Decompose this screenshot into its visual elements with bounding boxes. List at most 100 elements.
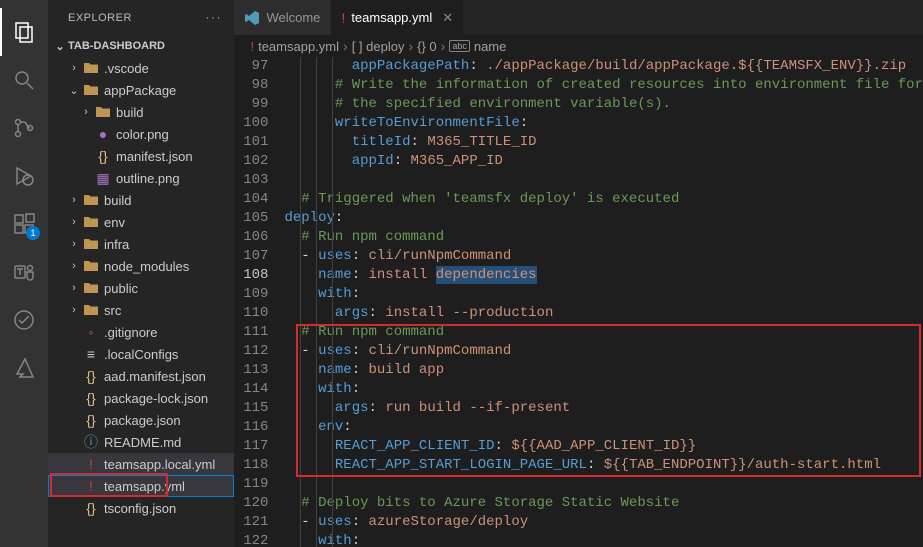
chevron-icon: › (66, 216, 82, 228)
code-line[interactable]: - uses: cli/runNpmCommand (284, 342, 923, 361)
tree-item-tsconfig-json[interactable]: ·{}tsconfig.json (48, 497, 234, 519)
code-line[interactable]: with: (284, 285, 923, 304)
chevron-icon: › (66, 260, 82, 272)
activity-explorer-icon[interactable] (0, 8, 48, 56)
code-line[interactable]: # the specified environment variable(s). (284, 95, 923, 114)
file-icon: ! (250, 39, 254, 54)
code-line[interactable]: writeToEnvironmentFile: (284, 114, 923, 133)
tab-label: teamsapp.yml (351, 10, 432, 25)
code-line[interactable]: appPackagePath: ./appPackage/build/appPa… (284, 57, 923, 76)
file-icon (82, 82, 100, 98)
code-line[interactable]: appId: M365_APP_ID (284, 152, 923, 171)
tree-item-teamsapp-yml[interactable]: ·!teamsapp.yml (48, 475, 234, 497)
code-line[interactable]: - uses: azureStorage/deploy (284, 513, 923, 532)
file-icon (82, 60, 100, 76)
line-number: 107 (234, 247, 268, 266)
abc-icon: abc (449, 40, 470, 52)
tree-item-build[interactable]: ›build (48, 189, 234, 211)
activity-run-debug-icon[interactable] (0, 152, 48, 200)
sidebar-more-icon[interactable]: ··· (205, 12, 222, 24)
code-line[interactable]: # Run npm command (284, 228, 923, 247)
code-line[interactable]: REACT_APP_START_LOGIN_PAGE_URL: ${{TAB_E… (284, 456, 923, 475)
chevron-icon: › (66, 238, 82, 250)
code-line[interactable]: - uses: cli/runNpmCommand (284, 247, 923, 266)
line-number: 108 (234, 266, 268, 285)
tree-item-teamsapp-local-yml[interactable]: ·!teamsapp.local.yml (48, 453, 234, 475)
code-line[interactable]: env: (284, 418, 923, 437)
code-line[interactable]: # Deploy bits to Azure Storage Static We… (284, 494, 923, 513)
activity-extensions-icon[interactable]: 1 (0, 200, 48, 248)
breadcrumb[interactable]: ! teamsapp.yml › [ ] deploy › {} 0 › abc… (234, 35, 923, 57)
code-line[interactable]: name: install dependencies (284, 266, 923, 285)
file-icon: {} (82, 368, 100, 384)
chevron-down-icon: ⌄ (52, 40, 68, 53)
tree-item-label: .localConfigs (104, 347, 178, 362)
tree-item-node_modules[interactable]: ›node_modules (48, 255, 234, 277)
line-number: 112 (234, 342, 268, 361)
line-number: 106 (234, 228, 268, 247)
file-icon: {} (82, 500, 100, 516)
tree-item--gitignore[interactable]: ·◦.gitignore (48, 321, 234, 343)
line-number: 115 (234, 399, 268, 418)
tree-item-build[interactable]: ›build (48, 101, 234, 123)
tree-item-aad-manifest-json[interactable]: ·{}aad.manifest.json (48, 365, 234, 387)
line-number: 105 (234, 209, 268, 228)
tree-item-label: teamsapp.yml (104, 479, 185, 494)
code-line[interactable]: args: run build --if-present (284, 399, 923, 418)
tree-item-label: aad.manifest.json (104, 369, 206, 384)
tree-item-label: .gitignore (104, 325, 157, 340)
code-line[interactable]: name: build app (284, 361, 923, 380)
bc-seg2: {} 0 (417, 39, 437, 54)
activity-search-icon[interactable] (0, 56, 48, 104)
activity-teams-icon[interactable] (0, 248, 48, 296)
activity-source-control-icon[interactable] (0, 104, 48, 152)
close-icon[interactable]: ✕ (442, 10, 453, 26)
tree-item-env[interactable]: ›env (48, 211, 234, 233)
tree-item-infra[interactable]: ›infra (48, 233, 234, 255)
activity-bar: 1 (0, 0, 48, 547)
line-number: 118 (234, 456, 268, 475)
file-tree: ›.vscode⌄appPackage›build·●color.png·{}m… (48, 57, 234, 547)
tree-item-color-png[interactable]: ·●color.png (48, 123, 234, 145)
line-number: 101 (234, 133, 268, 152)
file-icon: {} (82, 390, 100, 406)
extensions-badge: 1 (26, 226, 40, 240)
code-line[interactable]: # Write the information of created resou… (284, 76, 923, 95)
tree-item--vscode[interactable]: ›.vscode (48, 57, 234, 79)
code-line[interactable]: deploy: (284, 209, 923, 228)
activity-check-icon[interactable] (0, 296, 48, 344)
line-number: 116 (234, 418, 268, 437)
code-line[interactable]: with: (284, 380, 923, 399)
tab-Welcome[interactable]: Welcome (234, 0, 331, 35)
tree-item--localConfigs[interactable]: ·≡.localConfigs (48, 343, 234, 365)
file-icon: ◦ (82, 324, 100, 340)
tree-item-label: teamsapp.local.yml (104, 457, 215, 472)
code-line[interactable] (284, 171, 923, 190)
tree-item-manifest-json[interactable]: ·{}manifest.json (48, 145, 234, 167)
code-line[interactable]: titleId: M365_TITLE_ID (284, 133, 923, 152)
tree-item-package-lock-json[interactable]: ·{}package-lock.json (48, 387, 234, 409)
file-icon (82, 280, 100, 296)
file-icon: ! (82, 456, 100, 472)
tree-item-README-md[interactable]: ·ⓘREADME.md (48, 431, 234, 453)
file-icon (82, 302, 100, 318)
tab-teamsapp-yml[interactable]: !teamsapp.yml✕ (331, 0, 464, 35)
code-editor[interactable]: 9798991001011021031041051061071081091101… (234, 57, 923, 547)
tree-item-outline-png[interactable]: ·▦outline.png (48, 167, 234, 189)
code-line[interactable]: # Run npm command (284, 323, 923, 342)
line-gutter: 9798991001011021031041051061071081091101… (234, 57, 284, 547)
tree-item-src[interactable]: ›src (48, 299, 234, 321)
code-line[interactable]: args: install --production (284, 304, 923, 323)
tree-item-appPackage[interactable]: ⌄appPackage (48, 79, 234, 101)
activity-azure-icon[interactable] (0, 344, 48, 392)
code-line[interactable]: REACT_APP_CLIENT_ID: ${{AAD_APP_CLIENT_I… (284, 437, 923, 456)
tree-item-package-json[interactable]: ·{}package.json (48, 409, 234, 431)
code-content[interactable]: appPackagePath: ./appPackage/build/appPa… (284, 57, 923, 547)
bc-file: teamsapp.yml (258, 39, 339, 54)
code-line[interactable]: # Triggered when 'teamsfx deploy' is exe… (284, 190, 923, 209)
tree-item-label: public (104, 281, 138, 296)
code-line[interactable]: with: (284, 532, 923, 547)
code-line[interactable] (284, 475, 923, 494)
section-header[interactable]: ⌄ TAB-DASHBOARD (48, 35, 234, 57)
tree-item-public[interactable]: ›public (48, 277, 234, 299)
